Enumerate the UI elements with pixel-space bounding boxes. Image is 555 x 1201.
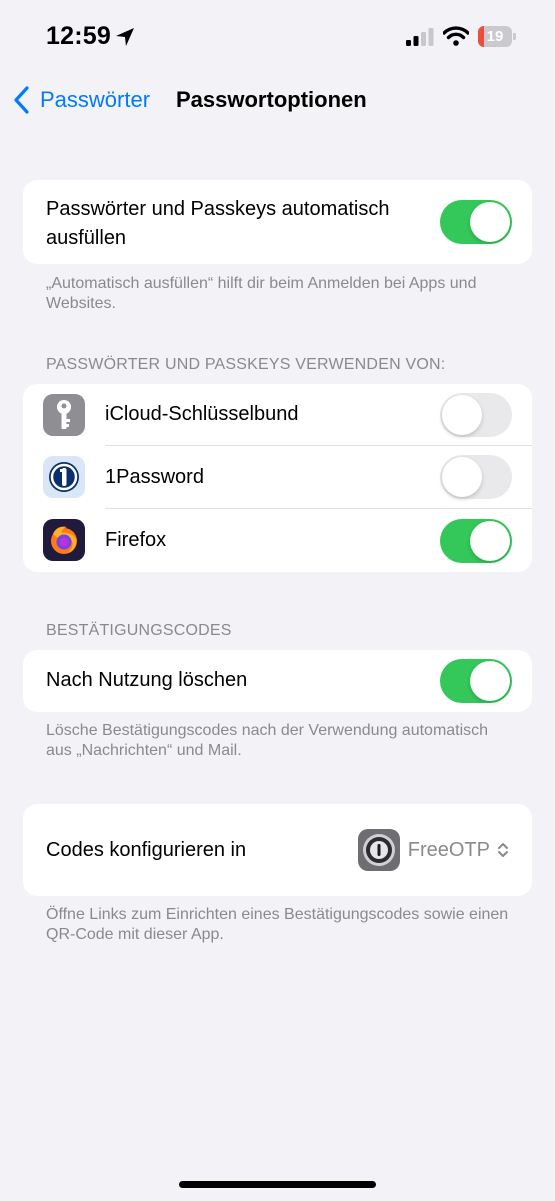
1password-icon — [43, 456, 85, 498]
status-bar: 12:59 19 — [0, 0, 555, 74]
verification-section-header: BESTÄTIGUNGSCODES — [46, 622, 232, 639]
provider-name: 1Password — [105, 466, 204, 488]
status-time: 12:59 — [46, 22, 111, 50]
verification-card: Nach Nutzung löschen — [23, 650, 532, 712]
delete-after-use-label: Nach Nutzung löschen — [46, 669, 248, 691]
autofill-footer: „Automatisch ausfüllen“ hilft dir beim A… — [46, 275, 477, 312]
configure-codes-label: Codes konfigurieren in — [46, 839, 247, 861]
autofill-toggle[interactable] — [440, 200, 512, 244]
cellular-signal-icon — [406, 28, 434, 46]
provider-row-icloud: iCloud-Schlüsselbund — [23, 384, 532, 446]
codes-footer: Öffne Links zum Einrichten eines Bestäti… — [46, 906, 509, 943]
provider-row-1password: 1Password — [23, 446, 532, 509]
delete-after-use-toggle[interactable] — [440, 659, 512, 703]
firefox-icon — [43, 519, 85, 561]
providers-section-header: PASSWÖRTER UND PASSKEYS VERWENDEN VON: — [46, 356, 446, 373]
provider-name: Firefox — [105, 529, 167, 551]
chevron-up-down-icon — [498, 843, 508, 857]
battery-level: 19 — [486, 28, 504, 45]
codes-app-picker[interactable]: FreeOTP — [357, 804, 510, 896]
battery-icon: 19 — [478, 26, 516, 47]
firefox-toggle[interactable] — [440, 519, 512, 563]
page-title: Passwortoptionen — [176, 87, 367, 112]
codes-card: Codes konfigurieren in FreeOTP — [23, 804, 532, 896]
back-button[interactable]: Passwörter — [12, 78, 150, 122]
navigation-bar: Passwörter Passwortoptionen — [0, 78, 555, 122]
provider-name: iCloud-Schlüsselbund — [105, 403, 299, 425]
provider-row-firefox: Firefox — [23, 509, 532, 572]
key-icon — [43, 394, 85, 436]
icloud-keychain-toggle[interactable] — [440, 393, 512, 437]
chevron-left-icon — [14, 86, 29, 114]
autofill-card: Passwörter und Passkeys automatisch ausf… — [23, 180, 532, 264]
providers-card: iCloud-Schlüsselbund 1Password Firefox — [23, 384, 532, 572]
autofill-label: Passwörter und Passkeys automatisch ausf… — [46, 198, 390, 249]
wifi-icon — [443, 26, 469, 46]
back-button-label: Passwörter — [40, 87, 151, 112]
location-arrow-icon — [116, 28, 134, 46]
codes-app-name: FreeOTP — [407, 838, 490, 861]
home-indicator — [179, 1181, 376, 1188]
verification-footer: Lösche Bestätigungscodes nach der Verwen… — [46, 722, 489, 759]
freeotp-icon — [357, 829, 400, 871]
1password-toggle[interactable] — [440, 455, 512, 499]
